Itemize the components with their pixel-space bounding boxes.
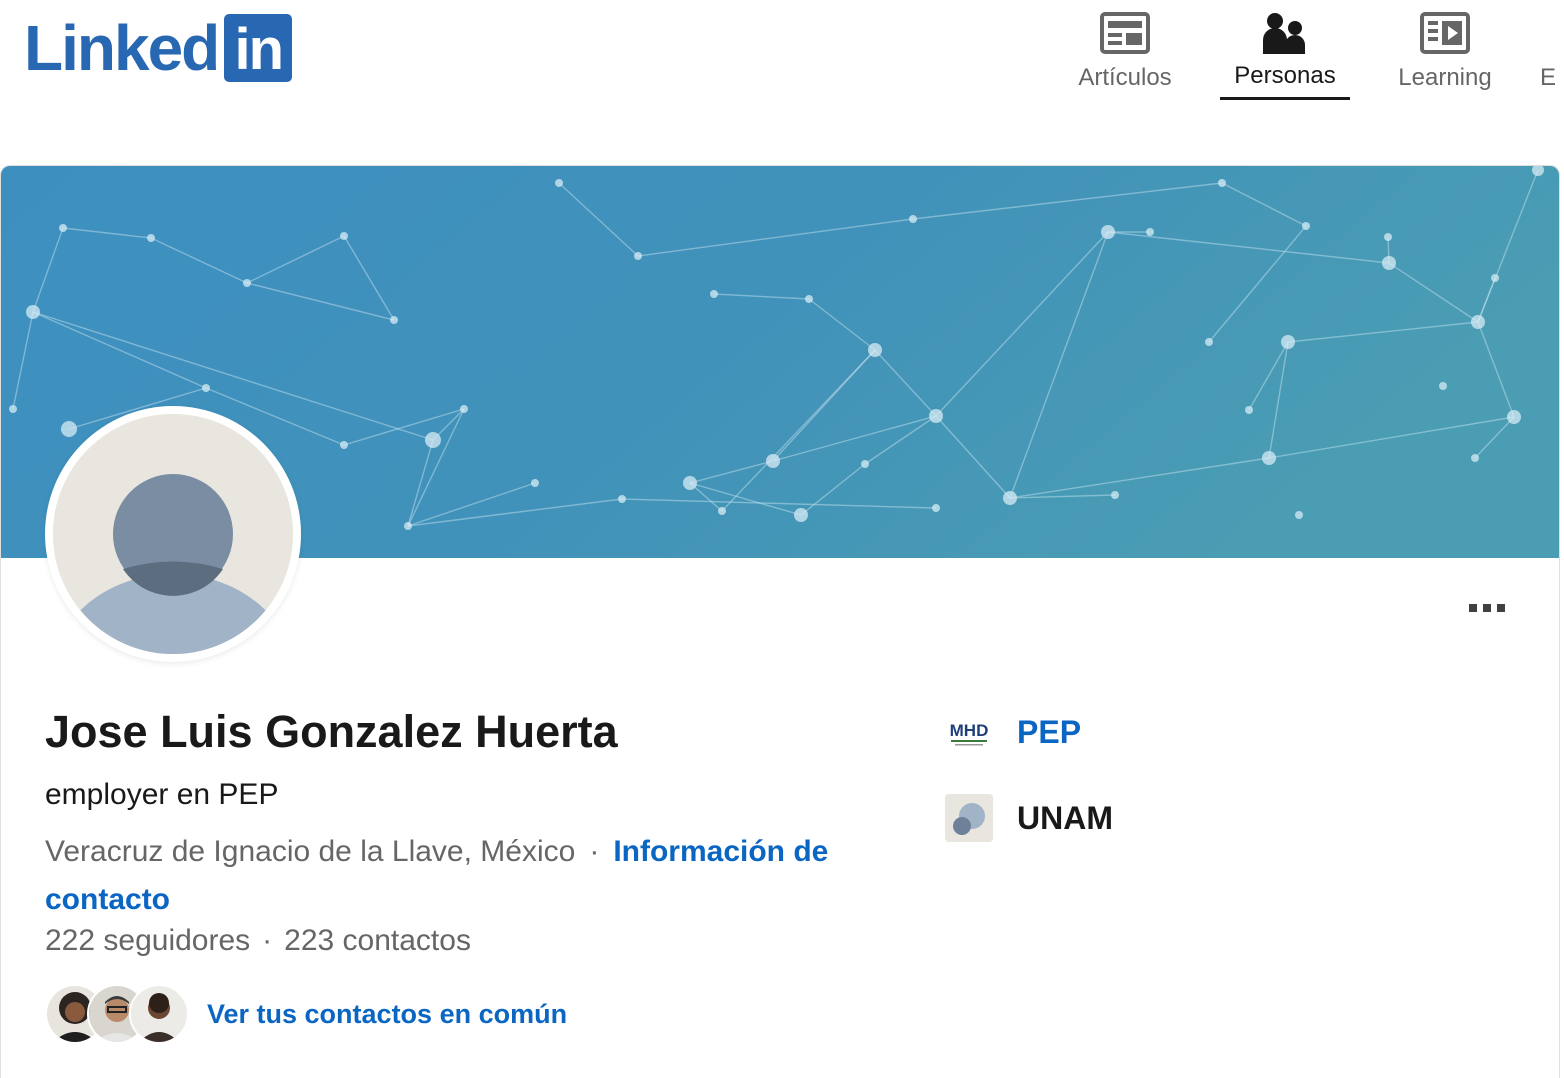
banner-network-node [1101,225,1115,239]
banner-network-node [1471,454,1479,462]
nav-item-learning[interactable]: Learning [1380,0,1510,100]
profile-card: Jose Luis Gonzalez Huerta employer en PE… [0,165,1560,1078]
banner-network-node [59,224,67,232]
banner-network-node [1218,179,1226,187]
top-nav: Artículos Personas Learning E [1060,0,1560,110]
profile-avatar[interactable] [45,406,301,662]
logo-in-box: in [224,14,293,82]
banner-network-node [243,279,251,287]
logo-wordmark: Linked [24,12,220,84]
people-icon [1260,12,1310,54]
banner-network-node [1262,451,1276,465]
nav-label-truncated: E [1540,64,1557,91]
separator-dot: · [589,835,600,868]
banner-network-node [531,479,539,487]
separator-dot: · [262,924,273,957]
profile-headline: employer en PEP [45,778,279,811]
banner-network-node [61,421,77,437]
more-dot-icon [1469,604,1477,612]
banner-network-node [555,179,563,187]
banner-network-node [1384,233,1392,241]
banner-network-node [340,441,348,449]
banner-network-node [1507,410,1521,424]
more-dot-icon [1497,604,1505,612]
followers-count: 222 seguidores [45,924,251,957]
nav-label-articles: Artículos [1078,64,1172,91]
banner-network-node [1205,338,1213,346]
banner-network-node [1146,228,1154,236]
banner-network-node [460,405,468,413]
banner-network-node [1382,256,1396,270]
nav-item-articles[interactable]: Artículos [1060,0,1190,100]
banner-network-node [1439,382,1447,390]
mhd-logo-icon: MHD [945,708,993,756]
nav-label-people: Personas [1234,62,1336,89]
nav-label-learning: Learning [1398,64,1492,91]
banner-network-node [909,215,917,223]
banner-network-node [634,252,642,260]
banner-network-node [1491,274,1499,282]
connections-count[interactable]: 223 contactos [284,924,471,957]
banner-network-node [805,295,813,303]
banner-network-node [718,507,726,515]
banner-network-node [766,454,780,468]
banner-network-node [404,522,412,530]
company-name-pep[interactable]: PEP [1017,714,1081,751]
mutual-connections[interactable]: Ver tus contactos en común [45,982,567,1046]
nav-item-people[interactable]: Personas [1220,0,1350,100]
banner-network-node [9,405,17,413]
default-avatar-icon [53,414,293,654]
mutual-avatar [129,984,189,1044]
banner-network-node [1302,222,1310,230]
school-name-unam[interactable]: UNAM [1017,800,1113,837]
more-options-button[interactable] [1457,590,1517,626]
profile-location: Veracruz de Ignacio de la Llave, México [45,835,576,868]
linkedin-logo[interactable]: Linked in [24,12,293,84]
nav-item-truncated[interactable]: E [1540,0,1560,100]
mutual-connections-link[interactable]: Ver tus contactos en común [207,999,567,1030]
location-row: Veracruz de Ignacio de la Llave, México ·… [45,828,905,924]
banner-network-node [390,316,398,324]
school-placeholder-icon [945,794,993,842]
mhd-logo-text: MHD [950,721,989,740]
banner-network-node [868,343,882,357]
banner-network-node [710,290,718,298]
banner-network-node [1281,335,1295,349]
articles-icon [1100,12,1150,54]
banner-network-node [932,504,940,512]
banner-network-node [26,305,40,319]
banner-network-node [1295,511,1303,519]
banner-network-node [340,232,348,240]
banner-network-node [1003,491,1017,505]
mutual-avatars [45,982,191,1046]
banner-network-node [1471,315,1485,329]
school-item-unam[interactable]: UNAM [945,794,1113,842]
banner-network-node [929,409,943,423]
banner-network-node [1245,406,1253,414]
nav-icon-truncated [1540,12,1560,54]
banner-network-node [683,476,697,490]
banner-network-node [425,432,441,448]
banner-network-node [202,384,210,392]
more-dot-icon [1483,604,1491,612]
company-item-pep[interactable]: MHD PEP [945,708,1081,756]
banner-network-node [861,460,869,468]
learning-icon [1420,12,1470,54]
banner-network-node [1111,491,1119,499]
banner-network-node [794,508,808,522]
profile-name: Jose Luis Gonzalez Huerta [45,706,618,757]
profile-stats: 222 seguidores · 223 contactos [45,924,471,958]
banner-network-node [618,495,626,503]
banner-network-node [147,234,155,242]
